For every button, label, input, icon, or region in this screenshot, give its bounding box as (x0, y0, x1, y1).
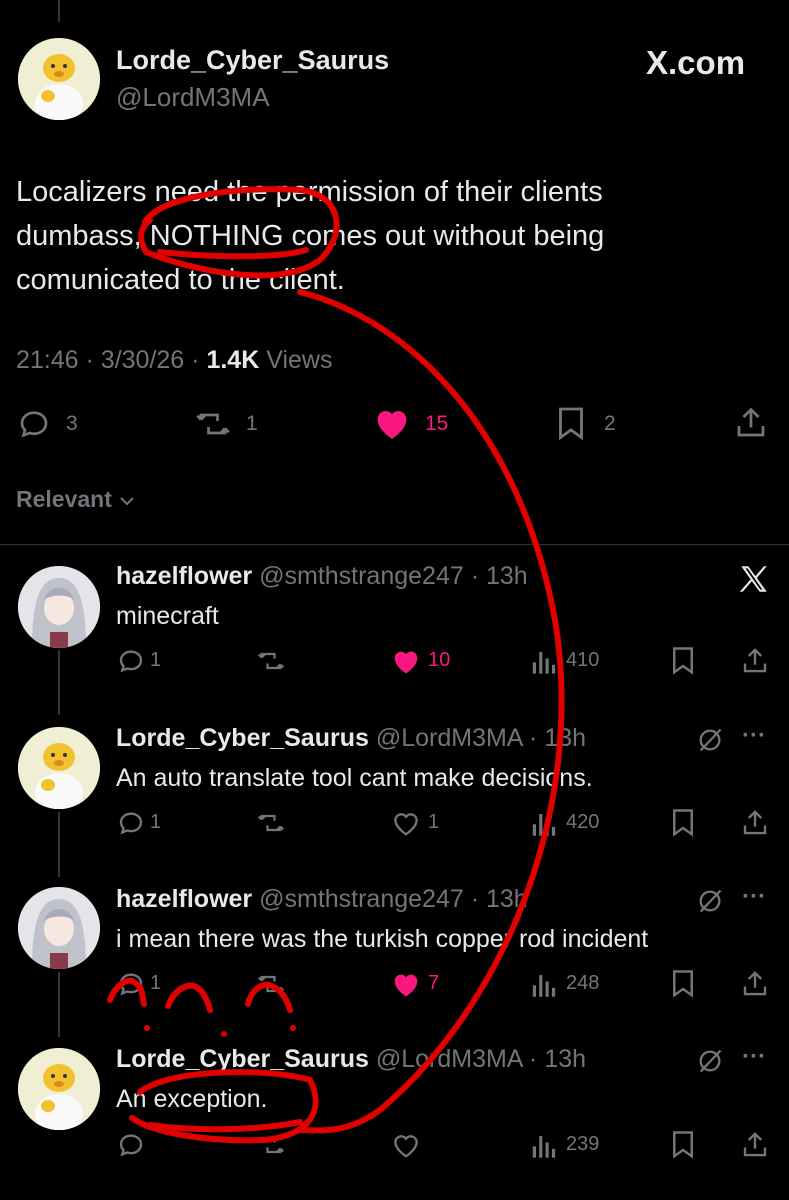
red-marker-annotation (107, 186, 565, 1144)
